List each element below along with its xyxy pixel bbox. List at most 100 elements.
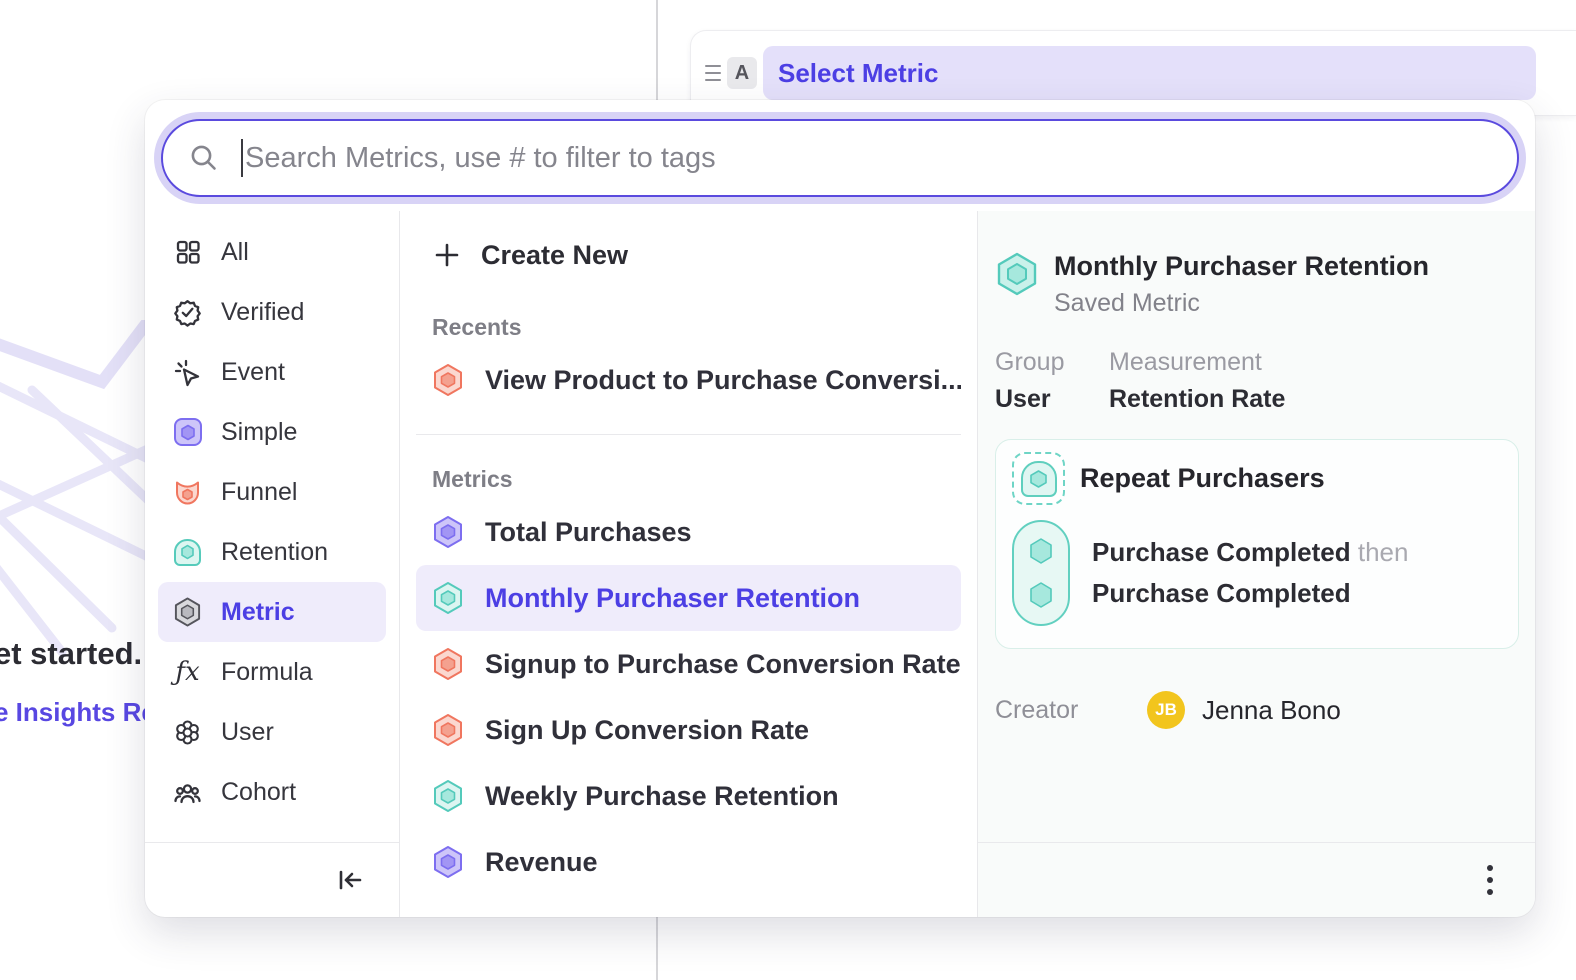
hexagon-orange-icon xyxy=(432,647,464,681)
hexagon-purple-icon xyxy=(432,515,464,549)
kebab-menu-icon[interactable] xyxy=(1487,865,1493,895)
measurement-value: Retention Rate xyxy=(1109,385,1285,414)
metric-item-monthly-purchaser-retention[interactable]: Monthly Purchaser Retention xyxy=(416,565,961,631)
creator-name: Jenna Bono xyxy=(1202,695,1341,726)
section-divider xyxy=(416,434,961,435)
metric-list-column: Create New Recents View Product to Purch… xyxy=(400,211,978,917)
sidebar-item-metric[interactable]: Metric xyxy=(158,582,386,642)
insights-report-link[interactable]: e Insights Re xyxy=(0,697,156,728)
series-letter-badge: A xyxy=(727,57,757,89)
sidebar-item-label: Event xyxy=(221,358,285,387)
meta-group: Group User xyxy=(995,348,1085,414)
creator-row: Creator JB Jenna Bono xyxy=(995,691,1519,729)
search-bar[interactable] xyxy=(161,119,1519,197)
metric-item-signup-to-purchase[interactable]: Signup to Purchase Conversion Rate xyxy=(416,631,961,697)
hexagon-teal-icon xyxy=(432,779,464,813)
group-value: User xyxy=(995,385,1085,414)
hexagon-orange-icon xyxy=(432,713,464,747)
verified-badge-icon xyxy=(173,298,202,327)
sidebar-item-label: Cohort xyxy=(221,778,296,807)
create-new-button[interactable]: Create New xyxy=(416,227,961,283)
group-label: Group xyxy=(995,348,1085,377)
detail-footer xyxy=(978,842,1535,917)
sidebar-footer xyxy=(145,842,399,917)
metric-item-total-purchases[interactable]: Total Purchases xyxy=(416,499,961,565)
detail-title: Monthly Purchaser Retention xyxy=(1054,249,1429,283)
sidebar-item-label: Verified xyxy=(221,298,304,327)
sidebar-item-label: All xyxy=(221,238,249,267)
metric-item-label: Sign Up Conversion Rate xyxy=(485,715,809,746)
sidebar-item-label: Metric xyxy=(221,598,295,627)
sidebar-item-funnel[interactable]: Funnel xyxy=(158,462,386,522)
retention-arch-icon xyxy=(173,538,202,567)
retention-steps-capsule-icon xyxy=(1012,520,1070,626)
hexagon-teal-icon xyxy=(995,251,1039,318)
measurement-label: Measurement xyxy=(1109,348,1285,377)
step-1-event: Purchase Completed xyxy=(1092,537,1351,567)
sidebar-item-cohort[interactable]: Cohort xyxy=(158,762,386,822)
step-2-event: Purchase Completed xyxy=(1092,578,1351,608)
select-metric-label: Select Metric xyxy=(778,58,938,89)
retention-steps: Purchase Completed then Purchase Complet… xyxy=(1092,532,1408,614)
recent-metric-item[interactable]: View Product to Purchase Conversi... xyxy=(416,347,961,413)
sidebar-item-event[interactable]: Event xyxy=(158,342,386,402)
sidebar-item-label: Simple xyxy=(221,418,297,447)
sidebar-item-user[interactable]: User xyxy=(158,702,386,762)
metric-hexagon-icon xyxy=(173,598,202,627)
sidebar-item-verified[interactable]: Verified xyxy=(158,282,386,342)
sidebar-item-label: Funnel xyxy=(221,478,297,507)
create-new-label: Create New xyxy=(481,240,628,271)
creator-avatar: JB xyxy=(1147,691,1185,729)
metric-item-weekly-purchase-retention[interactable]: Weekly Purchase Retention xyxy=(416,763,961,829)
cursor-click-icon xyxy=(173,358,202,387)
plus-icon xyxy=(432,241,461,270)
metric-item-label: Weekly Purchase Retention xyxy=(485,781,839,812)
sidebar-item-formula[interactable]: ƒx Formula xyxy=(158,642,386,702)
metric-item-label: Signup to Purchase Conversion Rate xyxy=(485,649,961,680)
collapse-left-icon[interactable] xyxy=(335,865,365,895)
detail-meta: Group User Measurement Retention Rate xyxy=(995,348,1519,414)
metric-item-revenue[interactable]: Revenue xyxy=(416,829,961,895)
drag-handle-icon[interactable] xyxy=(705,65,721,81)
metrics-section-header: Metrics xyxy=(416,459,961,499)
sidebar-item-all[interactable]: All xyxy=(158,222,386,282)
formula-fx-icon: ƒx xyxy=(173,658,202,687)
recents-section-header: Recents xyxy=(416,307,961,347)
detail-header: Monthly Purchaser Retention Saved Metric xyxy=(995,249,1519,318)
sidebar-item-label: Formula xyxy=(221,658,313,687)
decorative-chart-lines xyxy=(0,320,160,680)
retention-definition-icon xyxy=(1012,452,1065,505)
sidebar-item-label: Retention xyxy=(221,538,328,567)
category-sidebar: All Verified E xyxy=(145,211,400,917)
metric-item-label: Total Purchases xyxy=(485,517,692,548)
definition-title: Repeat Purchasers xyxy=(1080,463,1325,494)
search-icon xyxy=(189,143,219,173)
metric-picker-modal: All Verified E xyxy=(145,100,1535,917)
sidebar-item-retention[interactable]: Retention xyxy=(158,522,386,582)
metric-item-label: Monthly Purchaser Retention xyxy=(485,583,860,614)
metric-item-sign-up-conversion[interactable]: Sign Up Conversion Rate xyxy=(416,697,961,763)
step-2: Purchase Completed xyxy=(1092,573,1408,614)
metric-item-label: Revenue xyxy=(485,847,598,878)
metric-detail-panel: Monthly Purchaser Retention Saved Metric… xyxy=(978,211,1535,917)
metric-item-label: View Product to Purchase Conversi... xyxy=(485,365,961,396)
creator-label: Creator xyxy=(995,696,1147,725)
sidebar-item-simple[interactable]: Simple xyxy=(158,402,386,462)
simple-hexagon-icon xyxy=(173,418,202,447)
user-cluster-icon xyxy=(173,718,202,747)
step-1: Purchase Completed then xyxy=(1092,532,1408,573)
sidebar-item-label: User xyxy=(221,718,274,747)
grid-icon xyxy=(173,238,202,267)
detail-subtitle: Saved Metric xyxy=(1054,289,1429,318)
cohort-people-icon xyxy=(173,778,202,807)
get-started-heading: et started. xyxy=(0,636,142,672)
funnel-icon xyxy=(173,478,202,507)
definition-card: Repeat Purchasers Purchase Completed xyxy=(995,439,1519,649)
text-caret xyxy=(241,139,243,177)
hexagon-purple-icon xyxy=(432,845,464,879)
select-metric-button[interactable]: Select Metric xyxy=(763,46,1536,100)
search-input[interactable] xyxy=(245,142,1491,175)
meta-measurement: Measurement Retention Rate xyxy=(1109,348,1285,414)
hexagon-orange-icon xyxy=(432,363,464,397)
hexagon-teal-icon xyxy=(432,581,464,615)
